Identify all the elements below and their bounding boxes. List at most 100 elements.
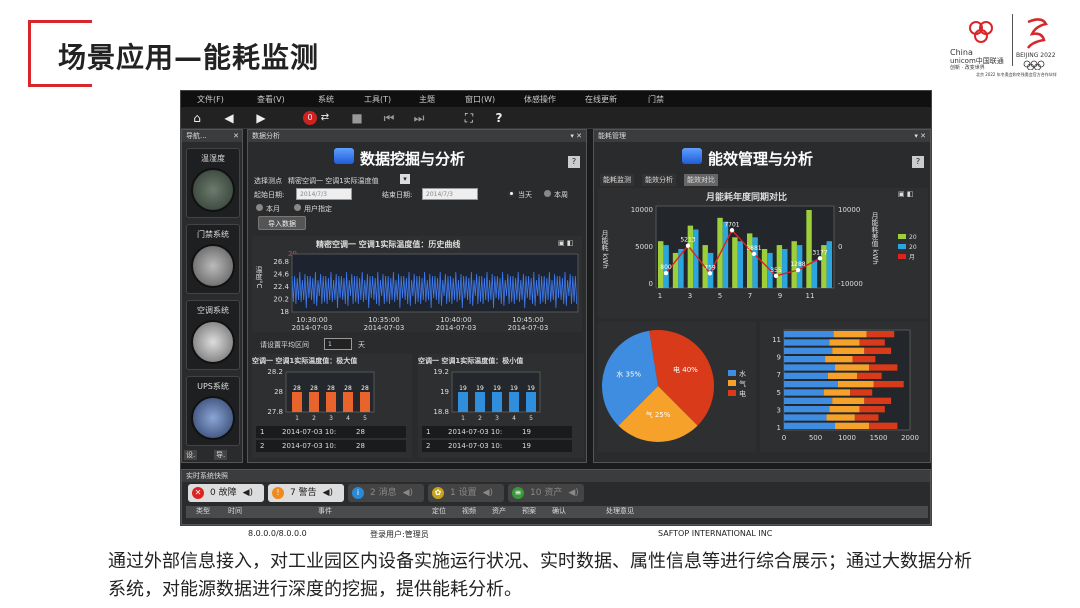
menu-window[interactable]: 窗口(W) — [465, 94, 495, 105]
hbar-segment — [784, 356, 826, 363]
menu-view[interactable]: 查看(V) — [257, 94, 285, 105]
menu-tools[interactable]: 工具(T) — [364, 94, 391, 105]
next-icon[interactable]: ⏭ — [411, 110, 427, 126]
panel-controls-icon[interactable]: ▾ ✕ — [570, 130, 582, 142]
refresh-icon[interactable]: ⇄ — [317, 110, 333, 126]
menu-theme[interactable]: 主题 — [419, 94, 435, 105]
close-icon[interactable]: ✕ — [233, 130, 239, 142]
max-bar-label: 28 — [293, 385, 301, 392]
end-date-input[interactable]: 2014/7/3 — [422, 188, 478, 200]
col-type[interactable]: 类型 — [196, 506, 210, 516]
nav-item-access[interactable]: 门禁系统 — [186, 224, 240, 294]
home-icon[interactable]: ⌂ — [189, 110, 205, 126]
max-chart: 空调一 空调1实际温度值：极大值 28.2 28 27.8 28 1 28 2 28 3 28 4 2… — [252, 354, 412, 458]
min-y-tick: 18.8 — [433, 408, 449, 416]
min-row-time: 2014-07-03 10: — [448, 428, 502, 436]
alarm-badge[interactable]: 0 — [303, 111, 317, 125]
monthly-diff-point — [663, 270, 669, 276]
beijing-2022-emblem — [1026, 18, 1048, 49]
monthly-diff-point — [817, 256, 823, 261]
col-location[interactable]: 定位 — [432, 506, 446, 516]
monthly-diff-point — [773, 273, 779, 278]
col-handling[interactable]: 处理意见 — [606, 506, 634, 516]
select-value[interactable]: 精密空调一 空调1实际温度值 — [288, 176, 379, 186]
warning-button[interactable]: ! 7 警告 ◀) — [268, 484, 344, 502]
radio-month[interactable] — [256, 204, 263, 211]
status-button-row: ✕ 0 故障 ◀) ! 7 警告 ◀) i 2 消息 ◀) ✿ 1 设置 ◀) ≡ 10 资产 ◀) — [182, 482, 931, 504]
nav-item-aircon[interactable]: 空调系统 — [186, 300, 240, 370]
footer-company: SAFTOP INTERNATIONAL INC — [658, 529, 773, 538]
message-button[interactable]: i 2 消息 ◀) — [348, 484, 424, 502]
hbar-y-tick: 1 — [777, 424, 781, 432]
fault-button[interactable]: ✕ 0 故障 ◀) — [188, 484, 264, 502]
data-panel-tab[interactable]: 数据分析 ▾ ✕ — [248, 130, 586, 142]
min-bar-label: 19 — [510, 385, 518, 392]
monthly-y-right-tick: 10000 — [838, 206, 860, 214]
hbar-segment — [784, 331, 834, 338]
min-plot: 19.2 19 18.8 19 1 19 2 19 3 19 4 19 5 1 2014-07-03 10:… — [422, 368, 572, 452]
monthly-diff-point — [795, 267, 801, 273]
nav-tab-devices[interactable]: 设. — [184, 450, 198, 460]
help-icon[interactable]: ? — [912, 156, 924, 168]
footer-version: 8.0.0.0/8.0.0.0 — [248, 529, 307, 538]
min-bar-label: 19 — [476, 385, 484, 392]
back-arrow-icon[interactable]: ◀ — [221, 110, 237, 126]
setting-button[interactable]: ✿ 1 设置 ◀) — [428, 484, 504, 502]
monthly-diff-point — [729, 228, 735, 233]
max-bar-label: 28 — [310, 385, 318, 392]
col-time[interactable]: 时间 — [228, 506, 242, 516]
energy-panel-tab[interactable]: 能耗管理 ▾ ✕ — [594, 130, 930, 142]
import-data-button[interactable]: 导入数据 — [258, 216, 306, 230]
hbar-segment — [837, 381, 874, 388]
chevron-down-icon[interactable]: ▾ — [400, 174, 410, 184]
speaker-icon: ◀) — [322, 488, 334, 498]
pie-legend-swatch — [728, 380, 736, 386]
nav-item-ups[interactable]: UPS系统 — [186, 376, 240, 446]
stop-icon[interactable]: ■ — [349, 110, 365, 126]
history-x-tick-time: 10:30:00 — [296, 316, 327, 324]
menu-motion[interactable]: 体感操作 — [524, 94, 556, 105]
menu-system[interactable]: 系统 — [318, 94, 334, 105]
monthly-diff-point — [707, 271, 713, 276]
radio-today[interactable] — [508, 190, 515, 197]
col-video[interactable]: 视频 — [462, 506, 476, 516]
tab-efficiency-analysis[interactable]: 能效分析 — [642, 174, 676, 186]
tab-efficiency-compare[interactable]: 能效对比 — [684, 174, 718, 186]
speaker-icon: ◀) — [242, 488, 254, 498]
monthly-x-tick: 3 — [688, 292, 692, 300]
asset-label: 10 资产 — [530, 488, 563, 498]
start-date-input[interactable]: 2014/7/3 — [296, 188, 352, 200]
hbar-segment — [784, 339, 830, 346]
radio-custom[interactable] — [294, 204, 301, 211]
panel-controls-icon[interactable]: ▾ ✕ — [914, 130, 926, 142]
max-bar-label: 28 — [361, 385, 369, 392]
col-plan[interactable]: 预案 — [522, 506, 536, 516]
forward-arrow-icon[interactable]: ▶ — [253, 110, 269, 126]
nav-tab-guide[interactable]: 导. — [214, 450, 228, 460]
asset-button[interactable]: ≡ 10 资产 ◀) — [508, 484, 584, 502]
tab-energy-monitor[interactable]: 能耗监测 — [600, 174, 634, 186]
col-asset[interactable]: 资产 — [492, 506, 506, 516]
history-y-tick: 24.6 — [273, 271, 289, 279]
help-icon[interactable]: ? — [568, 156, 580, 168]
monthly-legend-swatch — [898, 234, 906, 239]
col-event[interactable]: 事件 — [318, 506, 332, 516]
menu-update[interactable]: 在线更新 — [585, 94, 617, 105]
hbar-chart: 11 9 7 5 3 1 0 500 1000 1500 2000 — [760, 322, 928, 452]
history-x-tick-time: 10:40:00 — [440, 316, 471, 324]
col-confirm[interactable]: 确认 — [552, 506, 566, 516]
prev-icon[interactable]: ⏮ — [381, 110, 397, 126]
help-icon[interactable]: ? — [491, 110, 507, 126]
radio-week[interactable] — [544, 190, 551, 197]
menu-access[interactable]: 门禁 — [648, 94, 664, 105]
max-row-time: 2014-07-03 10: — [282, 442, 336, 450]
interval-input[interactable]: 1 — [324, 338, 352, 350]
speaker-icon: ◀) — [568, 488, 579, 498]
aircon-unit-icon — [191, 320, 235, 364]
nav-title: 导航... — [186, 132, 207, 140]
max-x-tick: 3 — [329, 415, 333, 422]
fullscreen-icon[interactable]: ⛶ — [461, 110, 477, 126]
nav-item-humiture[interactable]: 温湿度 — [186, 148, 240, 218]
menu-file[interactable]: 文件(F) — [197, 94, 224, 105]
min-row-time: 2014-07-03 10: — [448, 442, 502, 450]
